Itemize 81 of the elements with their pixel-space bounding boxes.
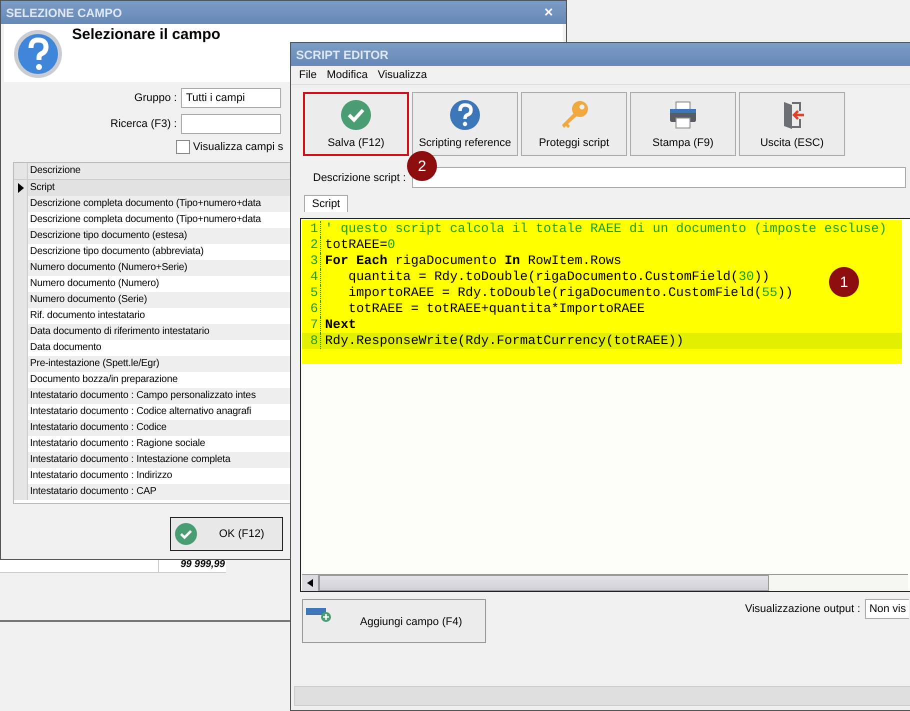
- field-label: Descrizione script :: [313, 172, 406, 184]
- table-cell-text: Numero documento (Serie): [29, 293, 148, 307]
- line-number: 8: [302, 333, 321, 349]
- table-row[interactable]: Data documento di riferimento intestatario: [14, 324, 290, 340]
- code-editor[interactable]: [300, 218, 910, 592]
- horizontal-scrollbar[interactable]: [302, 574, 908, 591]
- table-cell-text: Numero documento (Numero+Serie): [29, 261, 188, 275]
- table-row[interactable]: Pre-intestazione (Spett.le/Egr): [14, 356, 290, 372]
- check-icon: [175, 523, 197, 545]
- output-dropdown[interactable]: Non vis: [865, 599, 909, 619]
- table-row[interactable]: Numero documento (Numero+Serie): [14, 260, 290, 276]
- line-number: 1: [302, 221, 321, 237]
- table-row[interactable]: Script: [14, 180, 290, 196]
- table-cell-text: Rif. documento intestatario: [29, 309, 145, 323]
- table-cell-text: Pre-intestazione (Spett.le/Egr): [29, 357, 160, 371]
- code-line: ' questo script calcola il totale RAEE di un documento (imposte escluse): [324, 221, 887, 237]
- table-row[interactable]: Intestatario documento : CAP: [14, 484, 290, 500]
- code-line: Next: [324, 317, 356, 333]
- scrollbar-thumb[interactable]: [319, 575, 769, 591]
- printer-icon: [667, 99, 699, 131]
- line-number: 5: [302, 285, 321, 301]
- table-row[interactable]: Descrizione completa documento (Tipo+numero+data: [14, 196, 290, 212]
- menu-item[interactable]: Modifica: [326, 69, 368, 81]
- line-number: 2: [302, 237, 321, 253]
- checkbox[interactable]: [176, 140, 190, 154]
- line-number: 6: [302, 301, 321, 317]
- column-header: Descrizione: [29, 164, 81, 178]
- group-dropdown[interactable]: Tutti i campi: [181, 88, 281, 108]
- table-row[interactable]: Descrizione tipo documento (estesa): [14, 228, 290, 244]
- table-row[interactable]: Intestatario documento : Campo personalizzato intes: [14, 388, 290, 404]
- table-cell-text: Data documento di riferimento intestatario: [29, 325, 210, 339]
- table-cell-text: Descrizione tipo documento (abbreviata): [29, 245, 204, 259]
- toolbar-button[interactable]: Salva (F12): [303, 92, 409, 156]
- table-cell-text: Intestatario documento : Indirizzo: [29, 469, 172, 483]
- menu-item[interactable]: File: [299, 69, 317, 81]
- table-row[interactable]: Intestatario documento : Codice: [14, 420, 290, 436]
- scroll-left-icon[interactable]: [307, 579, 313, 587]
- code-line: totRAEE=0: [324, 237, 396, 253]
- checkbox-label: Visualizza campi s: [193, 141, 284, 153]
- dialog-heading: Selezionare il campo: [72, 26, 220, 43]
- table-cell-text: Intestatario documento : CAP: [29, 485, 156, 499]
- table-cell-text: Descrizione tipo documento (estesa): [29, 229, 188, 243]
- table-cell-text: Intestatario documento : Codice: [29, 421, 167, 435]
- add-field-button[interactable]: Aggiungi campo (F4): [302, 599, 486, 643]
- table-cell-text: Descrizione completa documento (Tipo+numero+data: [29, 197, 261, 211]
- table-row[interactable]: Numero documento (Serie): [14, 292, 290, 308]
- field-label: Gruppo :: [133, 92, 178, 104]
- toolbar-button[interactable]: Scripting reference: [412, 92, 518, 156]
- tab[interactable]: Script: [304, 195, 348, 212]
- add-field-icon: [306, 606, 332, 622]
- window-title: SELEZIONE CAMPO: [6, 6, 122, 20]
- code-line: importoRAEE = Rdy.toDouble(rigaDocumento.CustomField(55)): [347, 285, 794, 301]
- field-label: Visualizzazione output :: [744, 603, 860, 615]
- search-field[interactable]: [181, 114, 281, 134]
- toolbar-button[interactable]: Uscita (ESC): [739, 92, 845, 156]
- toolbar-button[interactable]: Proteggi script: [521, 92, 627, 156]
- table-cell-text: Documento bozza/in preparazione: [29, 373, 178, 387]
- row-pointer-icon: [18, 183, 24, 193]
- code-line: Rdy.ResponseWrite(Rdy.FormatCurrency(totRAEE)): [324, 333, 684, 349]
- table-cell-text: Intestatario documento : Campo personalizzato intes: [29, 389, 256, 403]
- code-line: For Each rigaDocumento In RowItem.Rows: [324, 253, 622, 269]
- row-header: [14, 484, 28, 500]
- code-line: totRAEE = totRAEE+quantita*ImportoRAEE: [347, 301, 645, 317]
- line-number: 3: [302, 253, 321, 269]
- window-title: SCRIPT EDITOR: [296, 48, 388, 62]
- help-icon: [449, 99, 481, 131]
- ok-button[interactable]: OK (F12): [170, 517, 283, 551]
- toolbar-button[interactable]: Stampa (F9): [630, 92, 736, 156]
- check-icon: [340, 99, 372, 131]
- table-cell-text: Data documento: [29, 341, 102, 355]
- menu-item[interactable]: Visualizza: [378, 69, 428, 81]
- table-cell-text: Script: [29, 181, 55, 195]
- table-cell-text: Intestatario documento : Codice alternativo anagrafi: [29, 405, 252, 419]
- code-line: quantita = Rdy.toDouble(rigaDocumento.CustomField(30)): [347, 269, 770, 285]
- table-cell-text: Intestatario documento : Intestazione completa: [29, 453, 230, 467]
- table-cell-text: Intestatario documento : Ragione sociale: [29, 437, 206, 451]
- field-label: Ricerca (F3) :: [109, 118, 178, 130]
- table-row[interactable]: Intestatario documento : Intestazione completa: [14, 452, 290, 468]
- line-number: 4: [302, 269, 321, 285]
- table-cell-text: Descrizione completa documento (Tipo+numero+data: [29, 213, 261, 227]
- table-cell-text: Numero documento (Numero): [29, 277, 160, 291]
